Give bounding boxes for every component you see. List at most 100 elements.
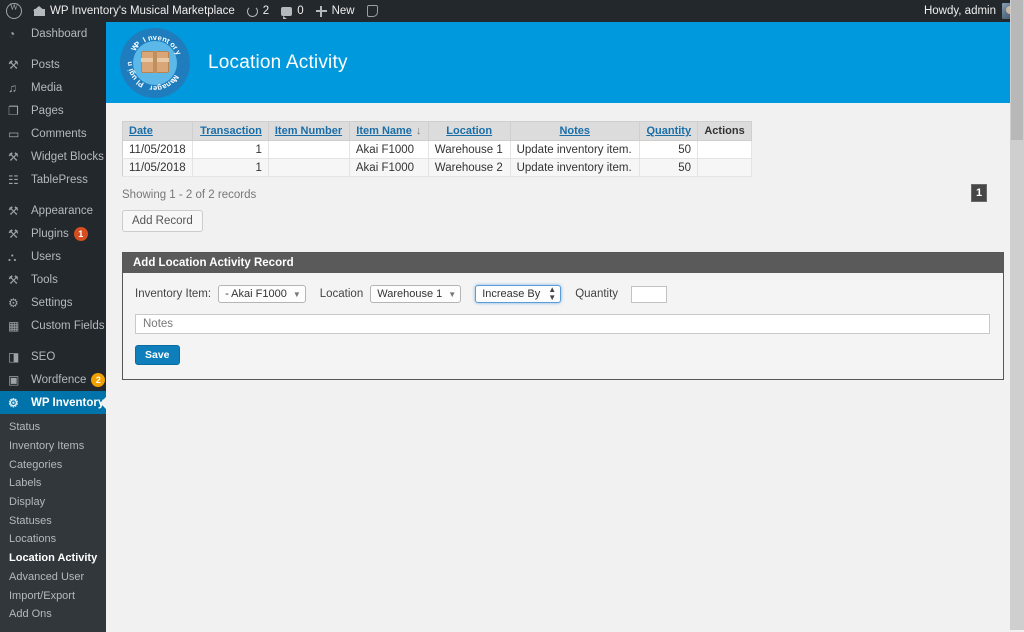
comment-icon — [281, 6, 293, 19]
cell-item-number — [268, 158, 350, 177]
cell-quantity: 50 — [639, 140, 699, 159]
cell-transaction: 1 — [192, 140, 269, 159]
sidebar-item-label: Widget Blocks — [31, 150, 104, 163]
add-record-button[interactable]: Add Record — [122, 210, 203, 232]
sidebar-item-label: Custom Fields — [31, 319, 105, 332]
scrollbar-thumb[interactable] — [1011, 0, 1023, 140]
table-head: Date Transaction Item Number Item Name ↓ Loca… — [122, 121, 752, 141]
yoast-icon: ◨ — [8, 349, 20, 364]
cell-actions — [697, 158, 752, 177]
submenu-item-inventory-items[interactable]: Inventory Items — [0, 437, 106, 456]
plugin-banner: WP InventoryManager Plugin Location Acti… — [106, 22, 1010, 103]
column-header-link[interactable]: Notes — [559, 125, 590, 137]
column-header-location[interactable]: Location — [428, 121, 511, 141]
sidebar-item-users[interactable]: ⛬ Users — [0, 245, 106, 268]
sidebar-item-label: SEO — [31, 350, 56, 363]
yoast-icon — [366, 5, 378, 17]
new-content-menu[interactable]: New — [310, 0, 361, 22]
chevron-down-icon: ▼ — [448, 289, 457, 299]
location-activity-table: Date Transaction Item Number Item Name ↓ Loca… — [122, 121, 752, 177]
site-name-menu[interactable]: WP Inventory's Musical Marketplace — [28, 0, 241, 22]
pin-icon: ⚒ — [8, 57, 19, 72]
submenu-item-import-export[interactable]: Import/Export — [0, 586, 106, 605]
page-body: Date Transaction Item Number Item Name ↓ Loca… — [106, 103, 1010, 380]
column-header-link[interactable]: Item Number — [275, 125, 342, 137]
settings-icon: ⚙ — [8, 295, 19, 310]
column-header-link[interactable]: Item Name — [356, 125, 412, 137]
submenu-item-categories[interactable]: Categories — [0, 455, 106, 474]
add-record-panel: Add Location Activity Record Inventory I… — [122, 252, 1004, 380]
quantity-input[interactable] — [631, 285, 668, 303]
sidebar-item-dashboard[interactable]: ◔ Dashboard — [0, 22, 106, 45]
logo-curved-text: WP InventoryManager Plugin — [120, 28, 190, 98]
submenu-item-location-activity[interactable]: Location Activity — [0, 549, 106, 568]
my-account-menu[interactable]: Howdy, admin — [918, 0, 1024, 22]
inventory-item-label: Inventory Item: — [135, 288, 212, 300]
cell-actions — [697, 140, 752, 159]
column-header-date[interactable]: Date — [122, 121, 194, 141]
column-header-link[interactable]: Date — [129, 125, 153, 137]
sidebar-item-wp-inventory[interactable]: ⚙ WP Inventory — [0, 391, 106, 414]
column-header-transaction[interactable]: Transaction — [192, 121, 269, 141]
panel-heading: Add Location Activity Record — [123, 253, 1003, 273]
wordpress-icon — [6, 2, 22, 19]
sidebar-item-label: WP Inventory — [31, 396, 105, 409]
column-header-quantity[interactable]: Quantity — [639, 121, 699, 141]
wordfence-icon: ▣ — [8, 372, 20, 387]
inventory-item-select[interactable]: - Akai F1000 ▼ — [218, 285, 306, 303]
column-header-actions: Actions — [697, 121, 752, 141]
sidebar-item-tablepress[interactable]: ☷ TablePress — [0, 168, 106, 191]
sidebar-item-tools[interactable]: ⚒ Tools — [0, 268, 106, 291]
sidebar-item-media[interactable]: ♫ Media — [0, 76, 106, 99]
sidebar-item-appearance[interactable]: ⚒ Appearance — [0, 199, 106, 222]
save-button[interactable]: Save — [135, 345, 180, 365]
sidebar-item-badge: 2 — [91, 372, 106, 387]
submenu-item-display[interactable]: Display — [0, 493, 106, 512]
cell-notes: Update inventory item. — [510, 140, 640, 159]
submenu-item-locations[interactable]: Locations — [0, 530, 106, 549]
yoast-seo-menu[interactable] — [361, 0, 389, 22]
page-scrollbar[interactable] — [1010, 0, 1024, 630]
sidebar-item-wordfence[interactable]: ▣ Wordfence 2 — [0, 368, 106, 391]
updates-menu[interactable]: 2 — [241, 0, 275, 22]
direction-value: Increase By — [482, 288, 541, 300]
submenu-item-status[interactable]: Status — [0, 418, 106, 437]
updown-arrows-icon: ▲ ▼ — [548, 285, 557, 302]
pagination-badge[interactable]: 1 — [971, 184, 987, 202]
notes-input[interactable]: Notes — [135, 314, 990, 334]
column-header-link[interactable]: Location — [446, 125, 492, 137]
cell-item-number — [268, 140, 350, 159]
sidebar-item-plugins[interactable]: ⚒ Plugins 1 — [0, 222, 106, 245]
column-header-item-name[interactable]: Item Name ↓ — [349, 121, 429, 141]
submenu-item-labels[interactable]: Labels — [0, 474, 106, 493]
sidebar-item-custom-fields[interactable]: ▦ Custom Fields — [0, 314, 106, 337]
location-label: Location — [319, 288, 364, 300]
location-select[interactable]: Warehouse 1 ▼ — [370, 285, 462, 303]
submenu-item-add-ons[interactable]: Add Ons — [0, 605, 106, 624]
sidebar-item-comments[interactable]: ▭ Comments — [0, 122, 106, 145]
sidebar-item-label: TablePress — [31, 173, 88, 186]
cell-date: 11/05/2018 — [122, 158, 194, 177]
sidebar-item-badge: 1 — [73, 226, 88, 241]
submenu-item-statuses[interactable]: Statuses — [0, 511, 106, 530]
wordpress-logo-menu[interactable] — [0, 0, 28, 22]
sidebar-item-seo[interactable]: ◨ SEO — [0, 345, 106, 368]
direction-select[interactable]: Increase By ▲ ▼ — [475, 285, 562, 303]
column-header-item-number[interactable]: Item Number — [268, 121, 350, 141]
sidebar-item-widget-blocks[interactable]: ⚒ Widget Blocks — [0, 145, 106, 168]
cell-location: Warehouse 2 — [428, 158, 511, 177]
comments-menu[interactable]: 0 — [275, 0, 309, 22]
inventory-icon: ⚙ — [8, 395, 19, 410]
admin-bar: WP Inventory's Musical Marketplace 2 0 N… — [0, 0, 1024, 22]
sidebar-item-label: Plugins — [31, 227, 69, 240]
inventory-item-value: - Akai F1000 — [225, 288, 287, 300]
sidebar-item-posts[interactable]: ⚒ Posts — [0, 53, 106, 76]
sidebar-item-pages[interactable]: ❐ Pages — [0, 99, 106, 122]
column-header-link[interactable]: Transaction — [200, 125, 262, 137]
column-header-link[interactable]: Quantity — [646, 125, 691, 137]
submenu-item-advanced-user[interactable]: Advanced User — [0, 568, 106, 587]
table-row: 11/05/2018 1 Akai F1000 Warehouse 2 Update i… — [122, 158, 752, 177]
sidebar-item-settings[interactable]: ⚙ Settings — [0, 291, 106, 314]
column-header-notes[interactable]: Notes — [510, 121, 640, 141]
cell-notes: Update inventory item. — [510, 158, 640, 177]
